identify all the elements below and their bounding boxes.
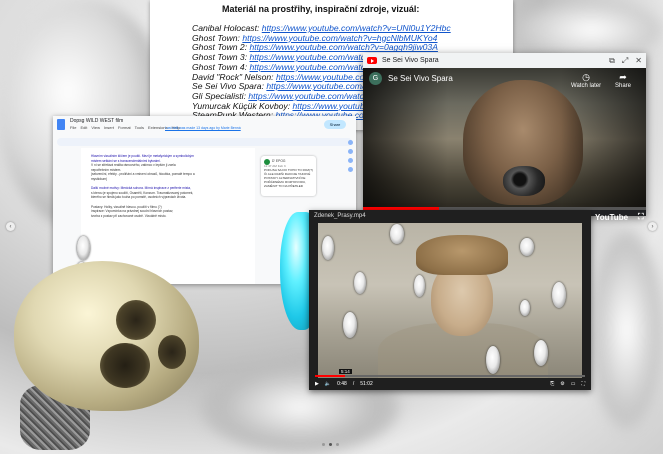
comment-card[interactable]: D' EPOG 11:47 AM Feb 3 POKUSA SA DO TOHO… xyxy=(261,156,316,196)
youtube-link[interactable]: https://www.youtube.com/watch?v=UNl0u1Y2… xyxy=(262,23,451,33)
hole-decoration xyxy=(520,238,534,256)
comment-text: POKUSA SA DO TOHO TO ROZ(?) ČI ALE RADŠI… xyxy=(264,167,313,188)
doc-title[interactable]: Dopsg WILD WEST film xyxy=(70,118,123,124)
video-title[interactable]: Se Sei Vivo Spara xyxy=(388,74,453,83)
tasks-icon[interactable] xyxy=(347,158,353,163)
share-button[interactable]: ➦ Share xyxy=(615,72,631,89)
close-icon[interactable]: ✕ xyxy=(635,56,642,66)
video-filename: Zdenek_Prasy.mp4 xyxy=(314,213,366,219)
clock-icon: ◷ xyxy=(582,72,590,82)
formatting-toolbar[interactable] xyxy=(57,138,352,146)
next-arrow-icon[interactable]: › xyxy=(648,222,657,231)
youtube-popup-window[interactable]: Se Sei Vivo Spara ⧉ ⤢ ✕ G Se Sei Vivo Sp… xyxy=(363,53,646,216)
miniplayer-icon[interactable]: ▭ xyxy=(571,381,576,387)
document-heading: Materiál na prostřihy, inspirační zdroje… xyxy=(222,4,420,14)
contacts-icon[interactable] xyxy=(347,167,353,172)
previous-arrow-icon[interactable]: ‹ xyxy=(6,222,15,231)
menu-item-insert[interactable]: Insert xyxy=(104,125,114,130)
hover-time-tooltip: 5:14 xyxy=(339,369,352,374)
popup-title: Se Sei Vivo Spara xyxy=(382,57,439,64)
watch-later-button[interactable]: ◷ Watch later xyxy=(571,72,601,89)
captions-icon[interactable]: ⎘ xyxy=(550,381,554,387)
youtube-link[interactable]: https://www.youtube.com/watch?v=hgcNlbMU… xyxy=(242,33,437,43)
hole-decoration xyxy=(534,340,548,366)
hole-decoration xyxy=(343,312,357,338)
time-current: 0:48 xyxy=(337,381,347,387)
keep-icon[interactable] xyxy=(347,149,353,154)
video-progress-bar[interactable] xyxy=(315,375,585,377)
youtube-link[interactable]: https://www.youtube.com/watch?v=0agqh9ji… xyxy=(249,42,437,53)
background-chrome-shape xyxy=(520,0,663,60)
side-panel xyxy=(346,140,354,172)
menu-item-view[interactable]: View xyxy=(91,125,100,130)
hole-decoration xyxy=(486,346,500,374)
external-link-icon[interactable]: ⧉ xyxy=(609,56,615,66)
video-window[interactable]: Zdenek_Prasy.mp4 5:14 ▶ 🔈 0:48 / 51:02 ⎘… xyxy=(309,210,591,390)
channel-avatar[interactable]: G xyxy=(369,72,382,85)
volume-icon[interactable]: 🔈 xyxy=(325,381,331,387)
settings-icon[interactable]: ⚙ xyxy=(560,381,564,387)
fullscreen-icon[interactable]: ⛶ xyxy=(638,212,644,222)
video-controls: ▶ 🔈 0:48 / 51:02 ⎘ ⚙ ▭ ⛶ xyxy=(315,381,585,387)
calendar-icon[interactable] xyxy=(347,140,353,145)
share-button[interactable]: Share xyxy=(324,120,346,129)
popup-titlebar[interactable]: Se Sei Vivo Spara ⧉ ⤢ ✕ xyxy=(363,53,646,68)
page-dot[interactable] xyxy=(322,443,325,446)
hole-decoration xyxy=(552,282,566,308)
video-frame-hat xyxy=(416,235,508,275)
page-indicator xyxy=(322,443,339,446)
last-edit-link[interactable]: Last edit was made 13 days ago by Marie … xyxy=(165,126,241,130)
doc-paragraph: tvorba z postav při zachované osobě. Viz… xyxy=(91,213,167,218)
popout-icon[interactable]: ⤢ xyxy=(622,56,628,66)
fullscreen-icon[interactable]: ⛶ xyxy=(581,381,585,387)
hole-decoration xyxy=(322,236,334,260)
hole-decoration xyxy=(390,224,404,244)
background-chrome-shape xyxy=(590,230,663,430)
hole-decoration xyxy=(354,272,366,294)
menu-item-file[interactable]: File xyxy=(70,125,76,130)
page-dot[interactable] xyxy=(329,443,332,446)
menu-item-format[interactable]: Format xyxy=(118,125,131,130)
page-dot[interactable] xyxy=(336,443,339,446)
menu-item-edit[interactable]: Edit xyxy=(80,125,87,130)
youtube-brand: YouTube ⛶ xyxy=(595,212,644,222)
menu-item-tools[interactable]: Tools xyxy=(135,125,144,130)
time-total: 51:02 xyxy=(360,381,373,387)
skull-image xyxy=(8,255,208,450)
hole-decoration xyxy=(520,300,530,316)
video-title-overlay[interactable]: G Se Sei Vivo Spara xyxy=(369,72,453,85)
youtube-logo-icon xyxy=(367,57,377,64)
play-icon[interactable]: ▶ xyxy=(315,381,319,387)
share-icon: ➦ xyxy=(619,72,627,82)
menu-bar: File Edit View Insert Format Tools Extensions H… xyxy=(70,125,180,130)
docs-icon[interactable] xyxy=(57,119,65,130)
video-player[interactable] xyxy=(363,68,646,210)
hole-decoration xyxy=(414,275,425,297)
